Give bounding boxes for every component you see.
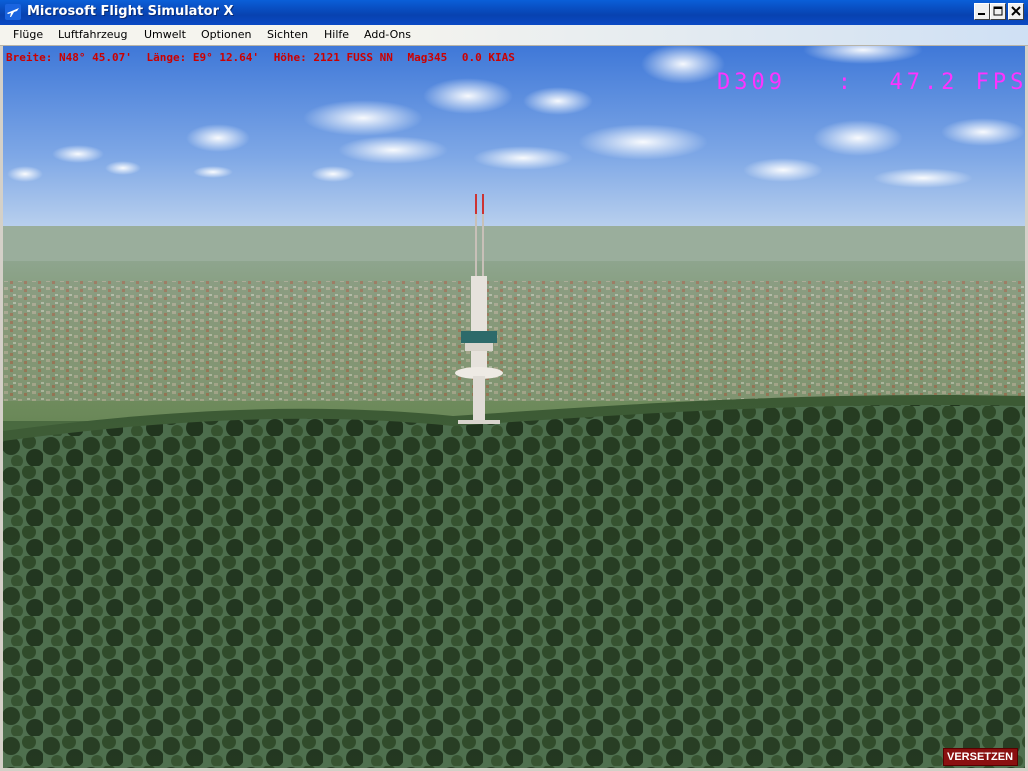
sim-viewport[interactable]: Breite: N48° 45.07' Länge: E9° 12.64' Hö…: [3, 46, 1025, 768]
menu-bar: Flüge Luftfahrzeug Umwelt Optionen Sicht…: [0, 25, 1028, 46]
scenery-view: [3, 46, 1025, 768]
airplane-icon: [5, 4, 21, 20]
fps-counter: D309 : 47.2 FPS: [717, 70, 1025, 95]
altitude-readout: Höhe: 2121 FUSS NN: [273, 51, 393, 64]
menu-optionen[interactable]: Optionen: [201, 28, 251, 41]
longitude-readout: Länge: E9° 12.64': [146, 51, 260, 64]
heading-readout: Mag345: [407, 51, 448, 64]
menu-luftfahrzeug[interactable]: Luftfahrzeug: [58, 28, 128, 41]
close-button[interactable]: [1008, 3, 1024, 20]
menu-addons[interactable]: Add-Ons: [364, 28, 411, 41]
slew-mode-badge: VERSETZEN: [943, 748, 1019, 766]
window-title: Microsoft Flight Simulator X: [27, 4, 234, 19]
speed-readout: 0.0 KIAS: [461, 51, 515, 64]
menu-umwelt[interactable]: Umwelt: [144, 28, 186, 41]
forest-trees: [3, 405, 1025, 768]
title-bar[interactable]: Microsoft Flight Simulator X: [0, 0, 1028, 25]
maximize-button[interactable]: [990, 3, 1006, 20]
city: [3, 281, 1025, 401]
menu-hilfe[interactable]: Hilfe: [324, 28, 349, 41]
latitude-readout: Breite: N48° 45.07': [6, 51, 132, 64]
position-readout: Breite: N48° 45.07' Länge: E9° 12.64' Hö…: [6, 51, 523, 64]
minimize-icon: [978, 13, 985, 15]
maximize-icon: [993, 6, 1003, 16]
menu-fluege[interactable]: Flüge: [13, 28, 43, 41]
close-icon: [1011, 6, 1021, 16]
menu-sichten[interactable]: Sichten: [267, 28, 308, 41]
minimize-button[interactable]: [974, 3, 990, 20]
app-window: Microsoft Flight Simulator X Flüge Luftf…: [0, 0, 1028, 771]
